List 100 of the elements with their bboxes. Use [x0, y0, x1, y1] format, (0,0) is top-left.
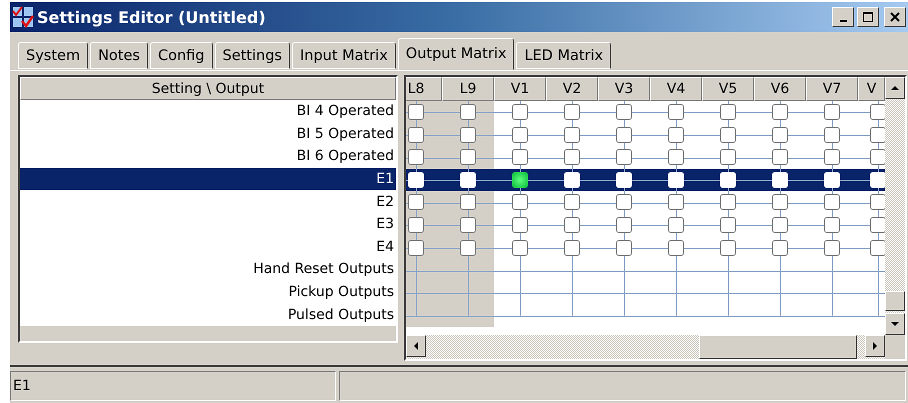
tab[interactable]: Notes — [90, 42, 148, 69]
checkbox[interactable] — [564, 216, 580, 233]
checkbox[interactable] — [408, 172, 424, 188]
checkbox[interactable] — [668, 194, 684, 210]
checkbox[interactable] — [668, 149, 684, 166]
checkbox[interactable] — [616, 172, 632, 188]
checkbox[interactable] — [512, 149, 528, 166]
minimize-button[interactable] — [832, 7, 854, 27]
tab[interactable]: Output Matrix — [398, 38, 514, 70]
column-header: L8 — [406, 77, 442, 101]
column-header: V6 — [754, 77, 806, 101]
tab[interactable]: System — [18, 42, 88, 69]
checkbox[interactable] — [616, 194, 632, 210]
app-icon — [12, 6, 34, 28]
column-header: Setting \ Output — [20, 77, 396, 100]
checkbox[interactable] — [564, 172, 580, 188]
checkbox[interactable] — [824, 172, 840, 188]
column-header: V1 — [494, 77, 546, 101]
scroll-up-button[interactable] — [885, 77, 905, 99]
checkbox[interactable] — [512, 216, 528, 233]
column-header: V7 — [806, 77, 858, 101]
checkbox[interactable] — [824, 104, 840, 120]
scroll-thumb[interactable] — [885, 291, 905, 311]
minimize-icon — [840, 20, 846, 22]
up-arrow-icon — [891, 84, 899, 92]
checkbox[interactable] — [512, 172, 528, 188]
scroll-right-button[interactable] — [865, 335, 885, 357]
horizontal-scrollbar[interactable] — [406, 335, 885, 359]
checkbox[interactable] — [772, 104, 788, 120]
setting-row[interactable]: E2 — [20, 190, 396, 213]
checkbox[interactable] — [772, 149, 788, 166]
checkbox[interactable] — [870, 126, 885, 143]
checkbox[interactable] — [512, 104, 528, 120]
left-arrow-icon — [412, 342, 420, 350]
checkbox[interactable] — [772, 216, 788, 233]
checkbox[interactable] — [616, 104, 632, 120]
window-title: Settings Editor (Untitled) — [37, 8, 267, 26]
checkbox[interactable] — [772, 194, 788, 210]
checkbox[interactable] — [668, 104, 684, 120]
checkbox[interactable] — [460, 172, 476, 188]
checkbox[interactable] — [512, 194, 528, 210]
down-arrow-icon — [891, 320, 899, 328]
checkbox[interactable] — [564, 194, 580, 210]
setting-row[interactable]: Pulsed Outputs — [20, 303, 396, 326]
checkbox[interactable] — [824, 194, 840, 210]
checkbox[interactable] — [720, 194, 736, 210]
checkbox[interactable] — [616, 240, 632, 256]
checkbox[interactable] — [772, 126, 788, 143]
checkbox[interactable] — [668, 216, 684, 233]
checkbox[interactable] — [772, 172, 788, 188]
checkbox[interactable] — [720, 172, 736, 188]
setting-row[interactable]: BI 4 Operated — [20, 100, 396, 123]
setting-row[interactable]: E3 — [20, 212, 396, 236]
checkbox[interactable] — [564, 126, 580, 143]
checkbox[interactable] — [870, 172, 885, 188]
status-text: E1 — [10, 371, 336, 401]
checkbox[interactable] — [668, 240, 684, 256]
checkbox[interactable] — [824, 149, 840, 166]
setting-row[interactable]: BI 6 Operated — [20, 145, 396, 168]
checkbox[interactable] — [824, 126, 840, 143]
checkbox[interactable] — [668, 172, 684, 188]
checkbox[interactable] — [870, 104, 885, 120]
checkbox[interactable] — [512, 126, 528, 143]
checkbox[interactable] — [564, 149, 580, 166]
checkbox[interactable] — [870, 216, 885, 233]
scroll-left-button[interactable] — [406, 335, 426, 357]
column-header: V2 — [546, 77, 598, 101]
checkbox[interactable] — [870, 240, 885, 256]
checkbox[interactable] — [720, 216, 736, 233]
checkbox[interactable] — [824, 240, 840, 256]
vertical-scrollbar[interactable] — [885, 77, 905, 335]
checkbox[interactable] — [870, 194, 885, 210]
checkbox[interactable] — [564, 104, 580, 120]
checkbox[interactable] — [772, 240, 788, 256]
checkbox[interactable] — [720, 126, 736, 143]
setting-row[interactable]: Hand Reset Outputs — [20, 258, 396, 281]
checkbox[interactable] — [824, 216, 840, 233]
checkbox[interactable] — [564, 240, 580, 256]
setting-row[interactable]: Pickup Outputs — [20, 280, 396, 304]
close-button[interactable] — [884, 7, 906, 27]
checkbox[interactable] — [668, 126, 684, 143]
scroll-down-button[interactable] — [885, 313, 905, 335]
maximize-icon — [863, 12, 873, 22]
maximize-button[interactable] — [857, 7, 879, 27]
checkbox[interactable] — [512, 240, 528, 256]
setting-row[interactable]: BI 5 Operated — [20, 122, 396, 146]
checkbox[interactable] — [616, 149, 632, 166]
tab[interactable]: Settings — [214, 42, 290, 69]
tab[interactable]: Config — [150, 42, 212, 69]
setting-row[interactable]: E1 — [20, 168, 396, 190]
checkbox[interactable] — [720, 149, 736, 166]
checkbox[interactable] — [616, 216, 632, 233]
checkbox[interactable] — [870, 149, 885, 166]
checkbox[interactable] — [720, 104, 736, 120]
tab[interactable]: LED Matrix — [516, 42, 612, 69]
tab[interactable]: Input Matrix — [292, 42, 396, 69]
scroll-thumb[interactable] — [699, 335, 857, 359]
setting-row[interactable]: E4 — [20, 236, 396, 258]
checkbox[interactable] — [720, 240, 736, 256]
checkbox[interactable] — [616, 126, 632, 143]
